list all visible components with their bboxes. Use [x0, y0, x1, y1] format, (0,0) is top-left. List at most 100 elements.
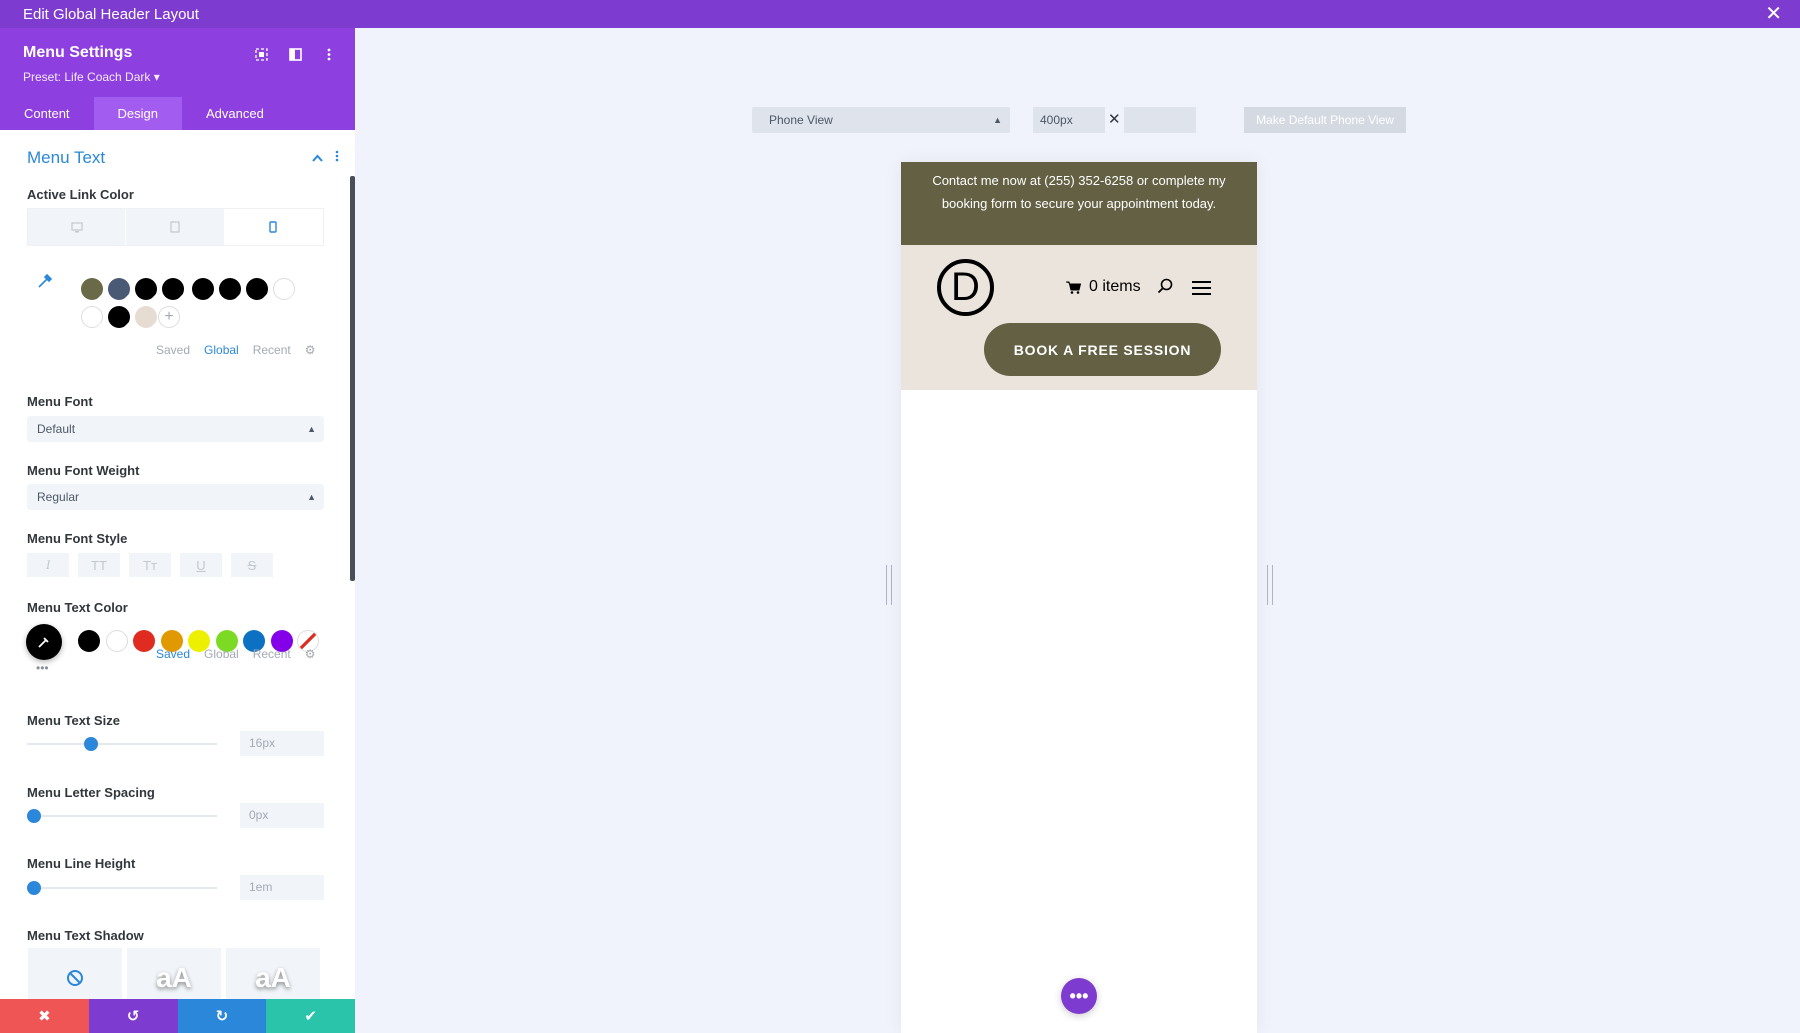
menu-font-weight-label: Menu Font Weight [27, 463, 140, 478]
gear-icon[interactable]: ⚙ [305, 343, 316, 357]
menu-text-color-swatch[interactable] [78, 630, 100, 652]
menu-text-size-label: Menu Text Size [27, 713, 120, 728]
discard-button[interactable]: ✖ [0, 999, 89, 1033]
menu-text-color-swatch[interactable] [133, 630, 155, 652]
more-options-icon[interactable] [321, 46, 337, 62]
more-colors-icon[interactable]: ••• [36, 661, 49, 675]
font-style-buttons: I TT Tт U S [27, 553, 273, 577]
site-header: D 0 items BOOK A FREE SESSION [901, 245, 1257, 390]
none-icon [67, 970, 83, 986]
underline-button[interactable]: U [180, 553, 222, 577]
select-arrows-icon: ▲ [307, 424, 316, 434]
menu-text-color-tabs: Saved Global Recent ⚙ [156, 647, 316, 661]
view-height-input[interactable] [1124, 107, 1196, 133]
save-button[interactable]: ✔ [266, 999, 355, 1033]
close-icon[interactable]: ✕ [1765, 4, 1782, 24]
chevron-up-icon[interactable] [312, 150, 323, 165]
global-tab[interactable]: Global [204, 343, 239, 357]
menu-font-weight-select[interactable]: Regular ▲ [27, 484, 324, 510]
search-icon[interactable] [1157, 278, 1173, 299]
global-tab[interactable]: Global [204, 647, 239, 661]
tab-design[interactable]: Design [93, 97, 183, 130]
menu-line-height-slider[interactable] [27, 881, 41, 895]
menu-text-size-track[interactable] [27, 743, 217, 745]
global-color-marker [260, 292, 269, 301]
add-color-icon[interactable]: + [158, 306, 180, 328]
global-color-marker [176, 292, 185, 301]
menu-text-size-input[interactable]: 16px [240, 731, 324, 756]
tablet-icon [170, 221, 180, 233]
strikethrough-button[interactable]: S [231, 553, 273, 577]
recent-tab[interactable]: Recent [253, 647, 291, 661]
hamburger-menu-icon[interactable] [1192, 281, 1211, 300]
resize-handle-left[interactable] [886, 565, 892, 605]
saved-tab[interactable]: Saved [156, 647, 190, 661]
undo-button[interactable]: ↺ [88, 999, 178, 1033]
window-titlebar: Edit Global Header Layout ✕ [0, 0, 1800, 28]
global-color-marker [206, 292, 215, 301]
builder-options-button[interactable]: ••• [1061, 978, 1097, 1014]
eyedropper-icon[interactable] [36, 272, 54, 295]
menu-text-size-slider[interactable] [84, 737, 98, 751]
times-icon: ✕ [1108, 111, 1121, 128]
phone-tab[interactable] [224, 209, 323, 245]
saved-tab[interactable]: Saved [156, 343, 190, 357]
recent-tab[interactable]: Recent [253, 343, 291, 357]
menu-font-weight-value: Regular [37, 490, 80, 504]
device-tabs [27, 208, 324, 246]
menu-line-height-input[interactable]: 1em [240, 875, 324, 900]
menu-letter-spacing-input[interactable]: 0px [240, 803, 324, 828]
menu-font-label: Menu Font [27, 394, 93, 409]
panel-header: Menu Settings Preset: Life Coach Dark ▾ … [0, 28, 355, 130]
phone-preview: Contact me now at (255) 352-6258 or comp… [901, 162, 1257, 1033]
global-color-marker [149, 292, 158, 301]
section-title[interactable]: Menu Text [27, 148, 105, 168]
make-default-view-button[interactable]: Make Default Phone View [1244, 107, 1406, 133]
active-link-color-swatch[interactable] [81, 278, 104, 301]
active-link-color-label: Active Link Color [27, 187, 134, 202]
italic-button[interactable]: I [27, 553, 69, 577]
active-link-color-swatch[interactable] [135, 278, 158, 301]
menu-text-color-label: Menu Text Color [27, 600, 128, 615]
active-link-color-swatch[interactable] [273, 278, 296, 301]
view-mode-select[interactable]: Phone View ▲ [752, 107, 1010, 133]
current-color-picker[interactable] [26, 624, 62, 660]
section-more-icon[interactable] [335, 150, 339, 165]
panel-body: Menu Text Active Link Color + Saved Glob… [0, 130, 355, 1033]
tab-content[interactable]: Content [0, 97, 94, 130]
tab-advanced[interactable]: Advanced [182, 97, 288, 130]
menu-line-height-track[interactable] [27, 887, 217, 889]
active-link-color-swatch[interactable] [81, 306, 104, 329]
global-color-marker [95, 292, 104, 301]
menu-font-select[interactable]: Default ▲ [27, 416, 324, 442]
panel-title: Menu Settings [23, 44, 133, 61]
site-logo[interactable]: D [937, 259, 994, 316]
menu-letter-spacing-track[interactable] [27, 815, 217, 817]
view-width-input[interactable]: 400px [1033, 107, 1105, 133]
active-link-color-swatch[interactable] [192, 278, 215, 301]
fullscreen-icon[interactable] [253, 46, 269, 62]
active-link-color-swatch[interactable] [108, 306, 131, 329]
desktop-tab[interactable] [28, 209, 127, 245]
gear-icon[interactable]: ⚙ [305, 647, 316, 661]
split-view-icon[interactable] [287, 46, 303, 62]
resize-handle-right[interactable] [1267, 565, 1273, 605]
panel-header-icons [253, 46, 337, 62]
menu-text-color-swatch[interactable] [105, 630, 128, 652]
active-link-color-swatch[interactable] [135, 306, 158, 329]
select-arrows-icon: ▲ [307, 492, 316, 502]
cart-icon [1066, 281, 1081, 294]
menu-letter-spacing-slider[interactable] [27, 809, 41, 823]
uppercase-button[interactable]: TT [78, 553, 120, 577]
active-link-color-swatch[interactable] [219, 278, 242, 301]
section-icons [312, 150, 339, 165]
preset-selector[interactable]: Preset: Life Coach Dark ▾ [23, 70, 160, 84]
tablet-tab[interactable] [126, 209, 225, 245]
active-link-color-swatch[interactable] [108, 278, 131, 301]
book-session-button[interactable]: BOOK A FREE SESSION [984, 323, 1221, 376]
active-link-color-swatch[interactable] [246, 278, 269, 301]
cart-link[interactable]: 0 items [1066, 278, 1141, 296]
capitalize-button[interactable]: Tт [129, 553, 171, 577]
active-link-color-swatch[interactable] [162, 278, 185, 301]
redo-button[interactable]: ↻ [177, 999, 267, 1033]
